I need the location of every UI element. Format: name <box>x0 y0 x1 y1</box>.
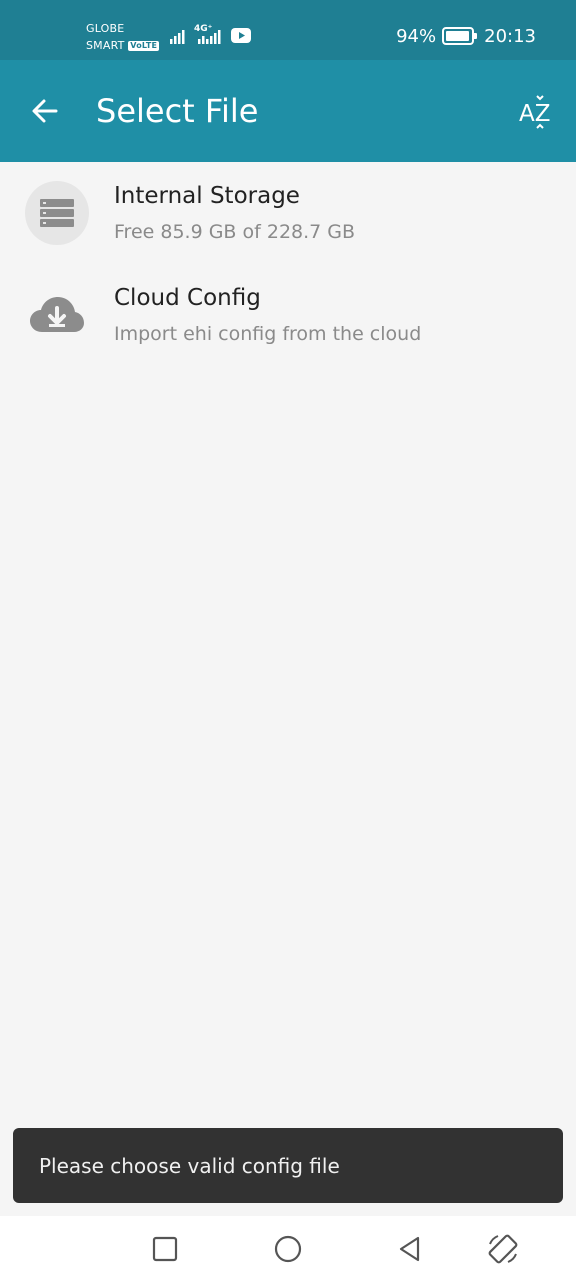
home-icon <box>274 1235 302 1263</box>
arrow-left-icon <box>32 99 58 123</box>
home-button[interactable] <box>271 1232 305 1266</box>
svg-text:AZ: AZ <box>519 101 551 127</box>
item-title: Cloud Config <box>114 285 261 311</box>
signal-icon <box>170 30 185 44</box>
item-subtitle: Free 85.9 GB of 228.7 GB <box>114 221 356 243</box>
recent-apps-icon <box>152 1236 178 1262</box>
back-nav-button[interactable] <box>393 1232 427 1266</box>
list-item-internal-storage[interactable]: Internal Storage Free 85.9 GB of 228.7 G… <box>0 162 576 264</box>
cloud-download-icon <box>25 283 89 347</box>
carrier-info: GLOBE SMART VoLTE <box>86 20 160 54</box>
battery-percent: 94% <box>396 25 437 47</box>
volte-badge: VoLTE <box>128 41 160 51</box>
sort-az-icon: AZ <box>519 95 551 129</box>
clock: 20:13 <box>484 25 536 47</box>
recent-apps-button[interactable] <box>148 1232 182 1266</box>
list-item-cloud-config[interactable]: Cloud Config Import ehi config from the … <box>0 264 576 366</box>
navigation-bar <box>0 1216 576 1280</box>
back-triangle-icon <box>399 1236 420 1262</box>
page-title: Select File <box>96 92 259 130</box>
app-bar: Select File AZ <box>0 60 576 162</box>
item-subtitle: Import ehi config from the cloud <box>114 323 422 345</box>
signal-icon-2 <box>198 30 221 44</box>
carrier-name-2: SMART VoLTE <box>86 39 160 52</box>
status-bar: GLOBE SMART VoLTE 4G⁺ 94% 20:13 <box>0 0 576 60</box>
rotate-button[interactable] <box>486 1232 520 1266</box>
snackbar-message: Please choose valid config file <box>39 1153 340 1178</box>
back-button[interactable] <box>24 90 66 132</box>
status-right: 94% 20:13 <box>396 24 536 48</box>
rotate-screen-icon <box>488 1234 518 1264</box>
youtube-icon <box>231 28 251 43</box>
storage-icon <box>25 181 89 245</box>
item-title: Internal Storage <box>114 183 300 209</box>
snackbar: Please choose valid config file <box>13 1128 563 1203</box>
carrier-name-1: GLOBE <box>86 22 125 35</box>
sort-button[interactable]: AZ <box>514 90 558 134</box>
battery-icon <box>442 27 478 45</box>
storage-list: Internal Storage Free 85.9 GB of 228.7 G… <box>0 162 576 366</box>
